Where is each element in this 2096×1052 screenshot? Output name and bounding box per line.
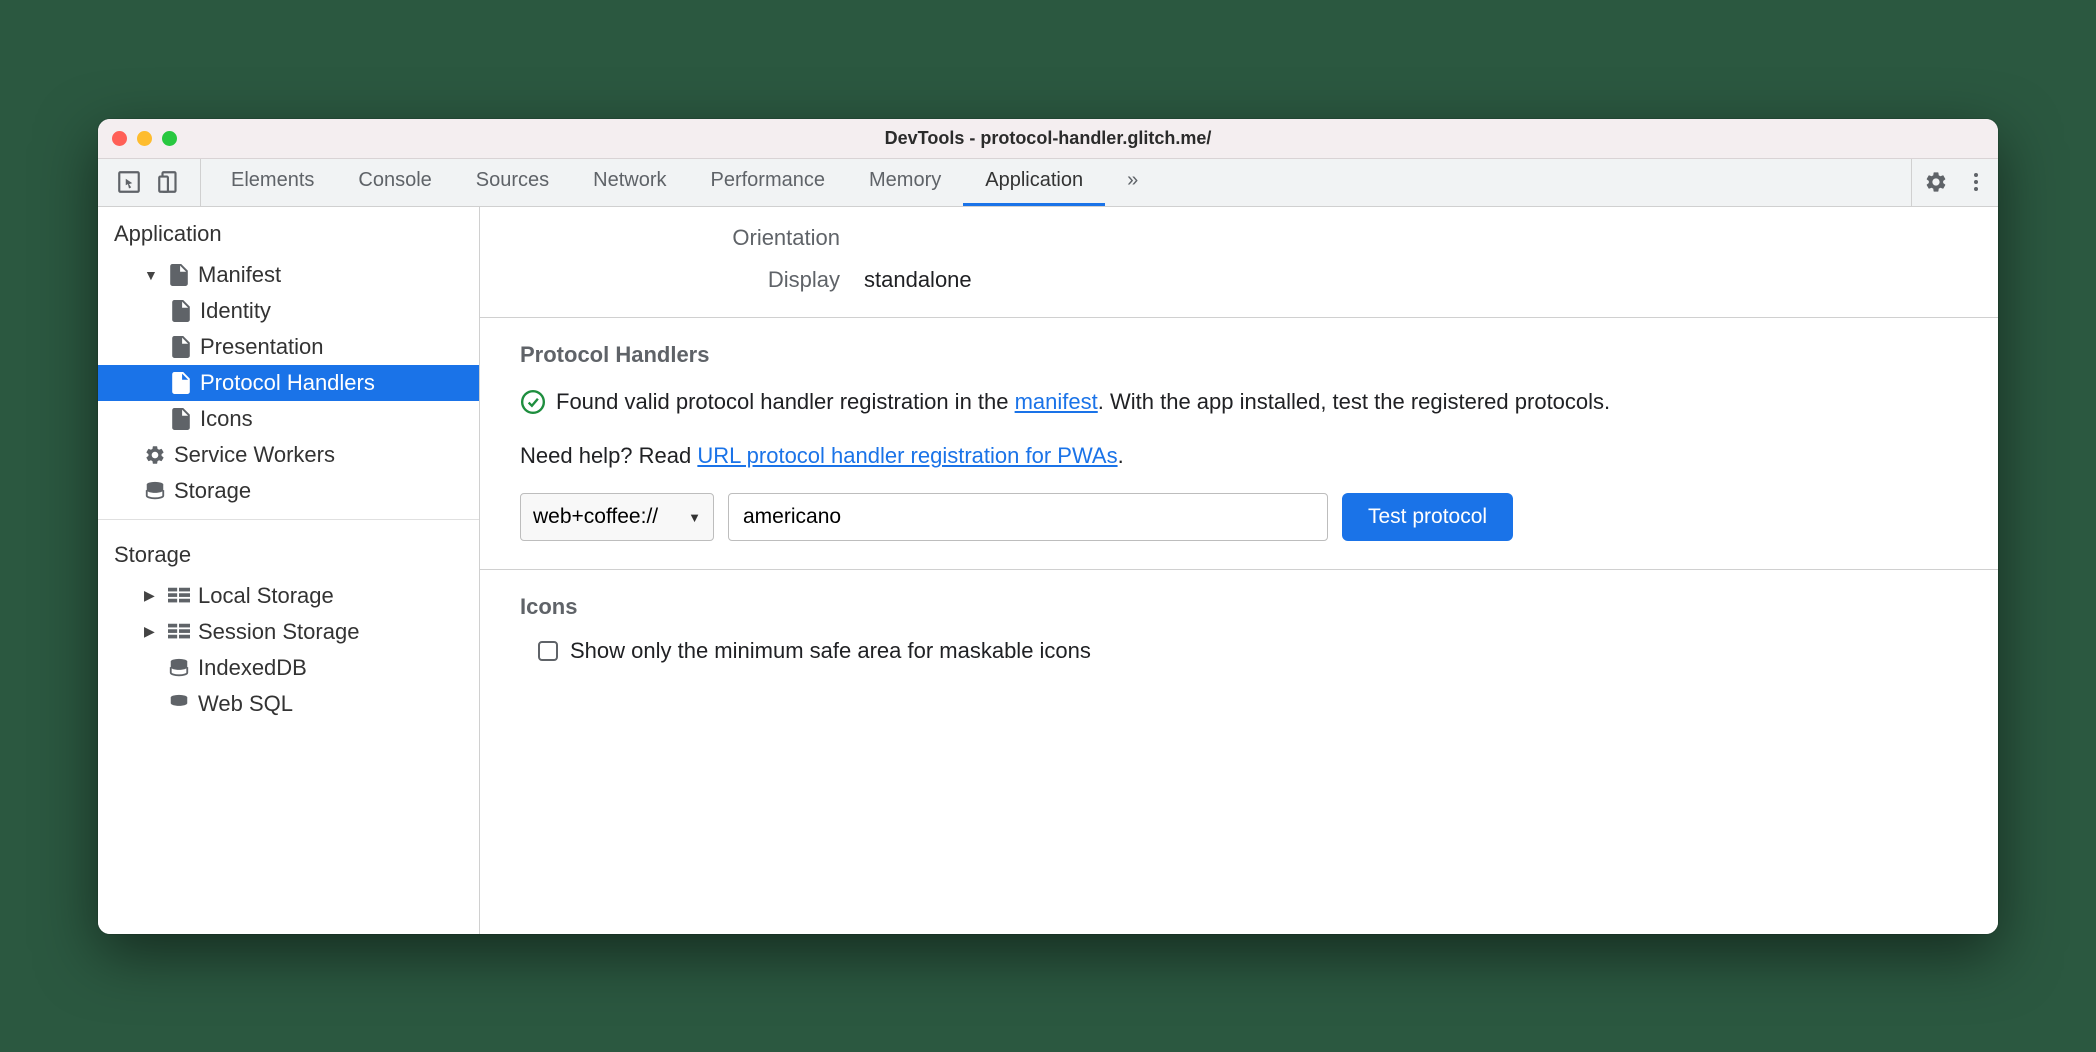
sidebar-item-indexeddb[interactable]: ▶ IndexedDB xyxy=(98,650,479,686)
sidebar-item-label: Manifest xyxy=(198,262,281,288)
tab-sources[interactable]: Sources xyxy=(454,159,571,206)
orientation-label: Orientation xyxy=(480,225,840,251)
file-icon xyxy=(170,300,192,322)
tab-elements[interactable]: Elements xyxy=(209,159,336,206)
sidebar-item-label: Session Storage xyxy=(198,619,359,645)
sidebar-item-label: Presentation xyxy=(200,334,324,360)
icons-section: Icons Show only the minimum safe area fo… xyxy=(480,569,1998,692)
application-sidebar: Application ▼ Manifest Identity Presenta… xyxy=(98,207,480,934)
minimize-window-button[interactable] xyxy=(137,131,152,146)
file-icon xyxy=(170,408,192,430)
toolbar-right-group xyxy=(1911,159,1988,206)
sidebar-item-storage[interactable]: Storage xyxy=(98,473,479,509)
sidebar-item-websql[interactable]: ▶ Web SQL xyxy=(98,686,479,722)
file-icon xyxy=(170,336,192,358)
tab-console[interactable]: Console xyxy=(336,159,453,206)
status-text-suffix: . With the app installed, test the regis… xyxy=(1098,389,1610,414)
file-icon xyxy=(168,264,190,286)
maximize-window-button[interactable] xyxy=(162,131,177,146)
database-icon xyxy=(144,480,166,502)
sidebar-item-label: IndexedDB xyxy=(198,655,307,681)
help-link[interactable]: URL protocol handler registration for PW… xyxy=(697,443,1117,468)
sidebar-divider xyxy=(98,519,479,520)
protocol-handlers-section: Protocol Handlers Found valid protocol h… xyxy=(480,317,1998,570)
status-message: Found valid protocol handler registratio… xyxy=(520,386,1958,424)
sidebar-item-label: Web SQL xyxy=(198,691,293,717)
database-icon xyxy=(168,657,190,679)
checkbox-label: Show only the minimum safe area for mask… xyxy=(570,638,1091,664)
maskable-checkbox-row[interactable]: Show only the minimum safe area for mask… xyxy=(520,638,1958,664)
tab-network[interactable]: Network xyxy=(571,159,688,206)
check-circle-icon xyxy=(520,389,546,424)
status-text-prefix: Found valid protocol handler registratio… xyxy=(556,389,1015,414)
titlebar: DevTools - protocol-handler.glitch.me/ xyxy=(98,119,1998,159)
expand-arrow-icon: ▶ xyxy=(144,587,160,604)
table-icon xyxy=(168,585,190,607)
protocol-scheme-select[interactable]: web+coffee:// ▼ xyxy=(520,493,714,541)
window-controls xyxy=(112,131,177,146)
window-title: DevTools - protocol-handler.glitch.me/ xyxy=(885,128,1212,149)
sidebar-item-presentation[interactable]: Presentation xyxy=(98,329,479,365)
sidebar-item-service-workers[interactable]: Service Workers xyxy=(98,437,479,473)
sidebar-item-session-storage[interactable]: ▶ Session Storage xyxy=(98,614,479,650)
manifest-link[interactable]: manifest xyxy=(1015,389,1098,414)
sidebar-item-manifest[interactable]: ▼ Manifest xyxy=(98,257,479,293)
tab-memory[interactable]: Memory xyxy=(847,159,963,206)
protocol-handlers-heading: Protocol Handlers xyxy=(520,342,1958,368)
sidebar-section-storage: Storage xyxy=(98,528,479,578)
chevron-down-icon: ▼ xyxy=(688,510,701,525)
close-window-button[interactable] xyxy=(112,131,127,146)
select-value: web+coffee:// xyxy=(533,505,658,529)
more-tabs-button[interactable]: » xyxy=(1105,159,1160,206)
display-value: standalone xyxy=(864,267,972,293)
sidebar-item-label: Protocol Handlers xyxy=(200,370,375,396)
toolbar-left-group xyxy=(116,159,201,206)
file-icon xyxy=(170,372,192,394)
protocol-path-input[interactable] xyxy=(728,493,1328,541)
devtools-window: DevTools - protocol-handler.glitch.me/ E… xyxy=(98,119,1998,934)
sidebar-item-identity[interactable]: Identity xyxy=(98,293,479,329)
sidebar-section-application: Application xyxy=(98,207,479,257)
device-toggle-icon[interactable] xyxy=(156,169,182,195)
help-text-prefix: Need help? Read xyxy=(520,443,697,468)
database-icon xyxy=(168,693,190,715)
expand-arrow-icon: ▶ xyxy=(144,623,160,640)
more-menu-icon[interactable] xyxy=(1964,170,1988,194)
table-icon xyxy=(168,621,190,643)
sidebar-item-label: Icons xyxy=(200,406,253,432)
test-protocol-button[interactable]: Test protocol xyxy=(1342,493,1513,541)
sidebar-item-label: Storage xyxy=(174,478,251,504)
orientation-row: Orientation xyxy=(480,217,1998,259)
sidebar-item-label: Service Workers xyxy=(174,442,335,468)
help-message: Need help? Read URL protocol handler reg… xyxy=(520,443,1958,469)
icons-heading: Icons xyxy=(520,594,1958,620)
settings-icon[interactable] xyxy=(1924,170,1948,194)
gear-icon xyxy=(144,444,166,466)
help-text-suffix: . xyxy=(1118,443,1124,468)
display-label: Display xyxy=(480,267,840,293)
sidebar-item-label: Local Storage xyxy=(198,583,334,609)
devtools-toolbar: Elements Console Sources Network Perform… xyxy=(98,159,1998,207)
display-row: Display standalone xyxy=(480,259,1998,301)
devtools-tabs: Elements Console Sources Network Perform… xyxy=(209,159,1903,206)
panel-body: Application ▼ Manifest Identity Presenta… xyxy=(98,207,1998,934)
inspect-element-icon[interactable] xyxy=(116,169,142,195)
expand-arrow-icon: ▼ xyxy=(144,267,160,283)
tab-performance[interactable]: Performance xyxy=(689,159,848,206)
sidebar-item-protocol-handlers[interactable]: Protocol Handlers xyxy=(98,365,479,401)
main-panel: Orientation Display standalone Protocol … xyxy=(480,207,1998,934)
tab-application[interactable]: Application xyxy=(963,159,1105,206)
sidebar-item-local-storage[interactable]: ▶ Local Storage xyxy=(98,578,479,614)
sidebar-item-label: Identity xyxy=(200,298,271,324)
sidebar-item-icons[interactable]: Icons xyxy=(98,401,479,437)
protocol-test-row: web+coffee:// ▼ Test protocol xyxy=(520,493,1958,541)
maskable-checkbox[interactable] xyxy=(538,641,558,661)
